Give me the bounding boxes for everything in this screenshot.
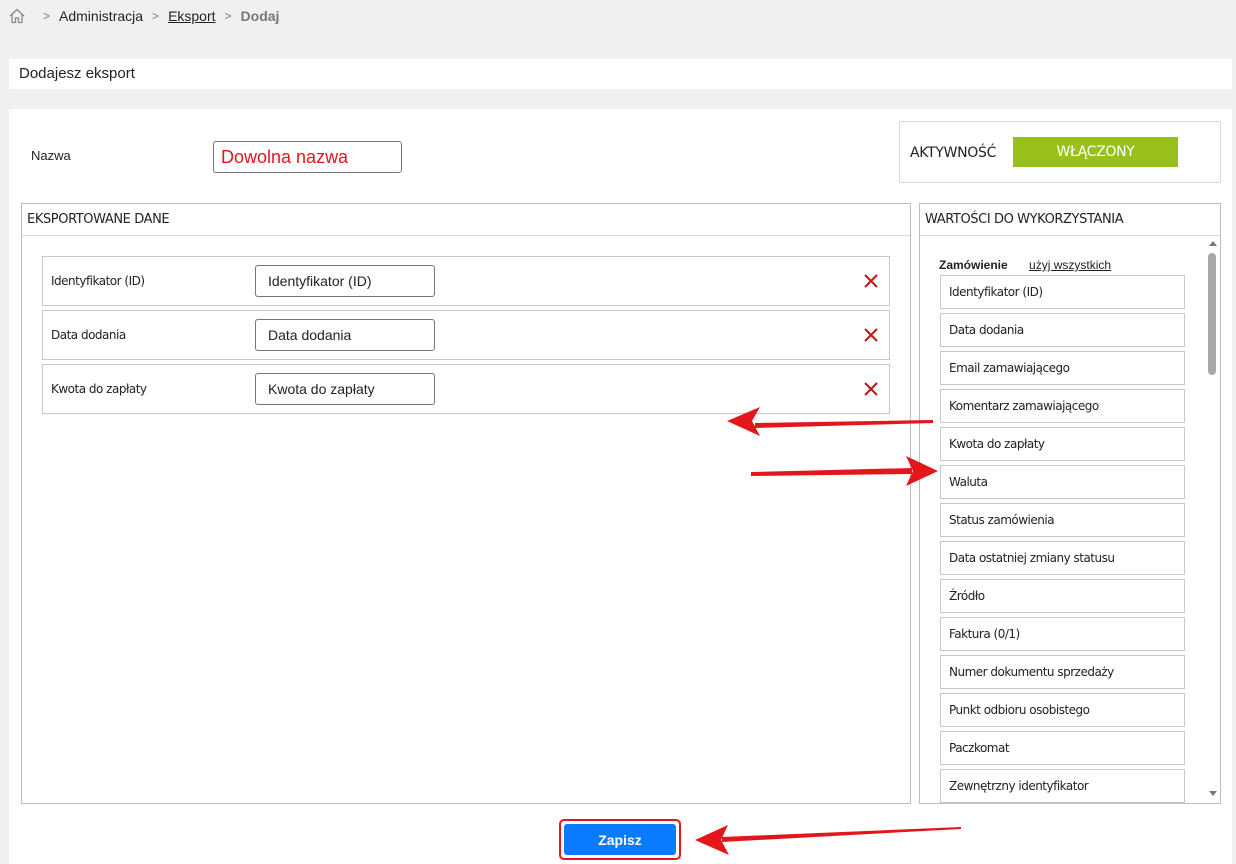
remove-icon[interactable] xyxy=(863,327,879,343)
value-item[interactable]: Zewnętrzny identyfikator xyxy=(940,769,1185,803)
export-row: Identyfikator (ID) xyxy=(42,256,890,306)
values-group-header: Zamówienie użyj wszystkich xyxy=(939,258,1111,272)
chevron-right-icon: > xyxy=(43,9,51,23)
value-item[interactable]: Waluta xyxy=(940,465,1185,499)
save-highlight: Zapisz xyxy=(559,819,681,860)
value-item[interactable]: Identyfikator (ID) xyxy=(940,275,1185,309)
exported-data-header: EKSPORTOWANE DANE xyxy=(22,204,910,236)
export-row-label: Kwota do zapłaty xyxy=(51,382,147,396)
export-row-label: Identyfikator (ID) xyxy=(51,274,145,288)
breadcrumb-administracja[interactable]: Administracja xyxy=(59,8,143,24)
breadcrumb-eksport[interactable]: Eksport xyxy=(168,8,215,24)
breadcrumb: > Administracja > Eksport > Dodaj xyxy=(8,6,279,26)
breadcrumb-current: Dodaj xyxy=(240,8,280,24)
value-item[interactable]: Data ostatniej zmiany statusu xyxy=(940,541,1185,575)
activity-label: AKTYWNOŚĆ xyxy=(910,145,997,161)
activity-box: AKTYWNOŚĆ WŁĄCZONY xyxy=(899,121,1221,183)
chevron-right-icon: > xyxy=(224,9,232,23)
scroll-down-icon[interactable] xyxy=(1209,791,1217,796)
export-row-label: Data dodania xyxy=(51,328,126,342)
values-list[interactable]: Zamówienie użyj wszystkich Identyfikator… xyxy=(920,235,1206,803)
value-item[interactable]: Email zamawiającego xyxy=(940,351,1185,385)
remove-icon[interactable] xyxy=(863,273,879,289)
value-item[interactable]: Faktura (0/1) xyxy=(940,617,1185,651)
values-group-name: Zamówienie xyxy=(939,258,1008,272)
name-label: Nazwa xyxy=(31,148,71,163)
export-row-input[interactable] xyxy=(255,373,435,405)
value-item[interactable]: Status zamówienia xyxy=(940,503,1185,537)
value-item[interactable]: Komentarz zamawiającego xyxy=(940,389,1185,423)
scrollbar-thumb[interactable] xyxy=(1208,253,1216,375)
value-item[interactable]: Źródło xyxy=(940,579,1185,613)
chevron-right-icon: > xyxy=(152,9,160,23)
use-all-link[interactable]: użyj wszystkich xyxy=(1029,258,1111,272)
value-item[interactable]: Punkt odbioru osobistego xyxy=(940,693,1185,727)
values-scrollbar[interactable] xyxy=(1205,235,1220,803)
value-item[interactable]: Data dodania xyxy=(940,313,1185,347)
exported-data-panel: EKSPORTOWANE DANE Identyfikator (ID) Dat… xyxy=(21,203,911,804)
values-header: WARTOŚCI DO WYKORZYSTANIA xyxy=(920,204,1220,236)
values-panel: WARTOŚCI DO WYKORZYSTANIA Zamówienie uży… xyxy=(919,203,1221,804)
value-item[interactable]: Paczkomat xyxy=(940,731,1185,765)
export-row: Data dodania xyxy=(42,310,890,360)
activity-toggle-button[interactable]: WŁĄCZONY xyxy=(1013,137,1178,167)
save-button[interactable]: Zapisz xyxy=(564,824,676,855)
value-item[interactable]: Numer dokumentu sprzedaży xyxy=(940,655,1185,689)
name-input[interactable] xyxy=(213,141,402,173)
export-row-input[interactable] xyxy=(255,319,435,351)
page-title: Dodajesz eksport xyxy=(9,59,1232,89)
export-row-input[interactable] xyxy=(255,265,435,297)
export-row: Kwota do zapłaty xyxy=(42,364,890,414)
value-item[interactable]: Kwota do zapłaty xyxy=(940,427,1185,461)
remove-icon[interactable] xyxy=(863,381,879,397)
scroll-up-icon[interactable] xyxy=(1209,241,1217,246)
home-icon[interactable] xyxy=(8,7,26,25)
